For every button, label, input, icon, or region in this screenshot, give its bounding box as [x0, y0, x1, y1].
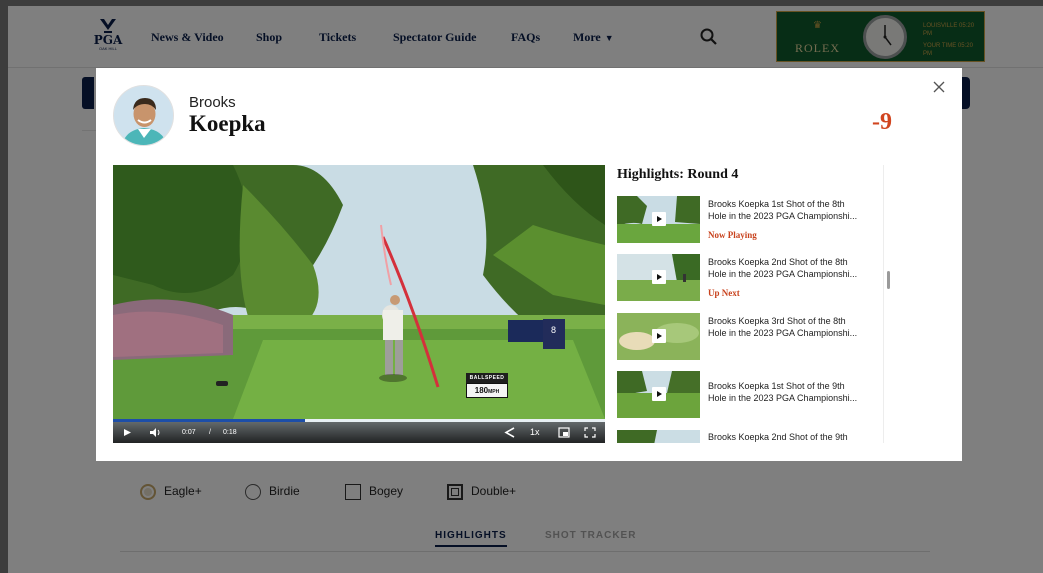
play-icon	[124, 429, 131, 436]
highlight-thumbnail	[617, 313, 700, 360]
play-icon	[652, 212, 666, 226]
video-frame: 8	[113, 165, 605, 443]
highlight-thumbnail	[617, 430, 700, 443]
ballspeed-value-row: 180MPH	[466, 383, 508, 398]
fullscreen-icon	[584, 427, 596, 438]
ballspeed-unit: MPH	[488, 389, 500, 395]
highlight-item[interactable]: Brooks Koepka 2nd Shot of the 9th	[617, 430, 887, 443]
pip-button[interactable]	[558, 422, 570, 443]
time-separator: /	[209, 429, 211, 436]
highlight-status: Now Playing	[708, 230, 757, 240]
play-button[interactable]	[123, 422, 132, 443]
playback-speed-button[interactable]: 1x	[530, 422, 540, 443]
highlight-title-line1: Brooks Koepka 2nd Shot of the 9th	[708, 432, 848, 442]
ballspeed-label: BALLSPEED	[466, 373, 508, 383]
player-highlights-modal: Brooks Koepka -9 8 BALLSPEED 180MPH 0:07…	[96, 68, 962, 461]
highlight-item[interactable]: Brooks Koepka 2nd Shot of the 8th Hole i…	[617, 254, 887, 306]
scrollbar-thumb[interactable]	[887, 271, 890, 289]
highlight-thumbnail	[617, 371, 700, 418]
highlight-title-line2: Hole in the 2023 PGA Championshi...	[708, 269, 858, 279]
highlight-title-line1: Brooks Koepka 1st Shot of the 9th	[708, 381, 845, 391]
highlight-item[interactable]: Brooks Koepka 1st Shot of the 9th Hole i…	[617, 371, 887, 423]
video-controls: 0:07 / 0:18 1x	[113, 422, 605, 443]
close-icon	[933, 81, 945, 93]
highlight-item[interactable]: Brooks Koepka 3rd Shot of the 8th Hole i…	[617, 313, 887, 365]
highlights-panel: Highlights: Round 4 Brooks Koepka 1st Sh…	[617, 165, 893, 443]
share-button[interactable]	[504, 422, 516, 443]
highlight-title-line1: Brooks Koepka 2nd Shot of the 8th	[708, 257, 848, 267]
play-icon	[652, 329, 666, 343]
close-button[interactable]	[932, 80, 946, 94]
highlights-title: Highlights: Round 4	[617, 167, 739, 182]
highlight-title-line2: Hole in the 2023 PGA Championshi...	[708, 393, 858, 403]
player-avatar	[113, 85, 174, 146]
current-time: 0:07	[182, 429, 196, 436]
highlight-item[interactable]: Brooks Koepka 1st Shot of the 8th Hole i…	[617, 196, 887, 248]
highlights-scrollbar[interactable]	[883, 165, 893, 443]
play-icon	[652, 387, 666, 401]
volume-icon	[150, 428, 160, 437]
player-first-name: Brooks	[189, 94, 236, 111]
highlight-title-line1: Brooks Koepka 3rd Shot of the 8th	[708, 316, 846, 326]
highlight-title-line1: Brooks Koepka 1st Shot of the 8th	[708, 199, 845, 209]
picture-in-picture-icon	[558, 427, 570, 438]
video-player[interactable]: 8 BALLSPEED 180MPH 0:07 / 0:18 1x	[113, 165, 605, 443]
highlight-title-line2: Hole in the 2023 PGA Championshi...	[708, 211, 858, 221]
fullscreen-button[interactable]	[584, 422, 596, 443]
volume-button[interactable]	[149, 422, 161, 443]
share-icon	[504, 427, 515, 438]
highlight-thumbnail	[617, 254, 700, 301]
highlight-title-line2: Hole in the 2023 PGA Championshi...	[708, 328, 858, 338]
highlight-status: Up Next	[708, 288, 740, 298]
ballspeed-badge: BALLSPEED 180MPH	[466, 373, 508, 398]
highlight-thumbnail	[617, 196, 700, 243]
duration-time: 0:18	[223, 429, 237, 436]
ballspeed-value: 180	[474, 386, 489, 395]
player-score: -9	[872, 109, 892, 135]
play-icon	[652, 270, 666, 284]
player-last-name: Koepka	[189, 111, 266, 136]
hole-number-sign: 8	[551, 325, 556, 335]
